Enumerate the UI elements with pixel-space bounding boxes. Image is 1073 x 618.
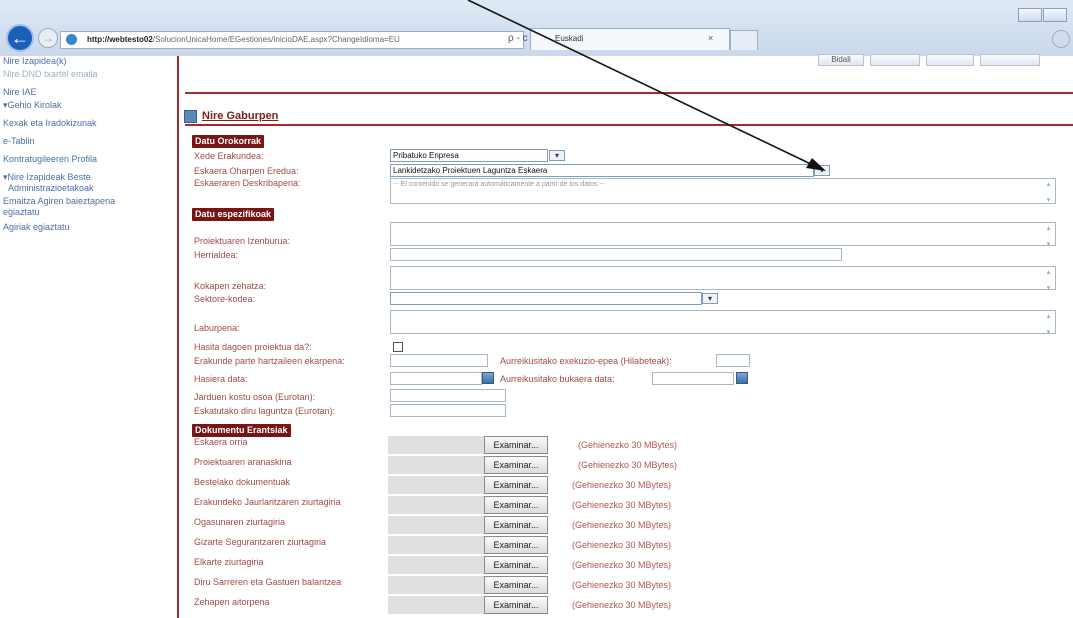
annotation-arrow — [467, 0, 826, 171]
